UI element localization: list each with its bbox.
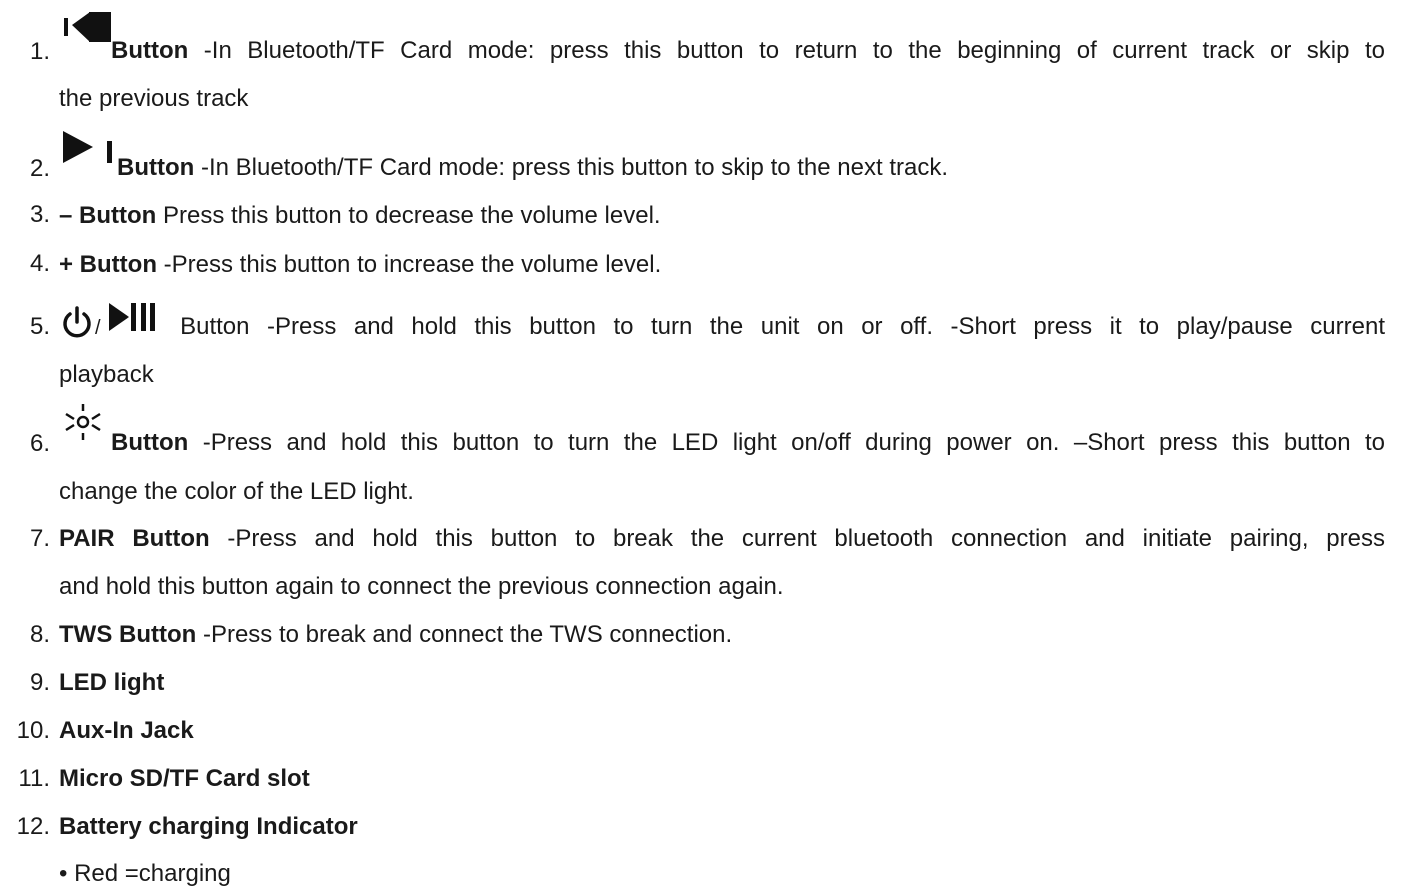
list-number: 5. (29, 313, 50, 340)
list-item-text: / Button -Press and hold this button to … (59, 303, 1385, 343)
list-number: 6. (29, 430, 50, 457)
list-number: 7. (29, 525, 50, 552)
list-item-text: Button -In Bluetooth/TF Card mode: press… (59, 12, 1385, 66)
list-number: 12. (16, 813, 50, 840)
list-item-text: LED light (59, 669, 165, 696)
list-item-text: Battery charging Indicator (59, 813, 358, 840)
power-icon (59, 306, 95, 343)
list-item-text: Button -Press and hold this button to tu… (59, 404, 1385, 458)
list-number: 11. (18, 765, 50, 792)
list-item-text: PAIR Button -Press and hold this button … (59, 525, 1385, 552)
list-item-text: – Button Press this button to decrease t… (59, 202, 661, 229)
play-pause-icon (101, 303, 163, 343)
list-item-text: Aux-In Jack (59, 717, 194, 744)
list-item-text: Button -In Bluetooth/TF Card mode: press… (59, 131, 1385, 183)
list-item-continuation: playback (59, 361, 154, 388)
instruction-list: 1. Button -In Bluetooth/TF Card mode: pr… (0, 0, 1407, 888)
next-track-icon (59, 131, 117, 183)
list-item-continuation: and hold this button again to connect th… (59, 573, 784, 600)
list-item-text: + Button -Press this button to increase … (59, 251, 662, 278)
list-number: 9. (29, 669, 50, 696)
sub-bullet-red-charging: • Red =charging (59, 860, 231, 887)
list-number: 4. (29, 250, 50, 277)
list-number: 10. (16, 717, 50, 744)
list-item-continuation: change the color of the LED light. (59, 478, 414, 505)
list-number: 8. (29, 621, 50, 648)
previous-track-icon (59, 12, 111, 66)
list-item-text: TWS Button -Press to break and connect t… (59, 621, 733, 648)
list-number: 3. (29, 201, 50, 228)
list-item-continuation: the previous track (59, 85, 249, 112)
led-light-icon (59, 404, 111, 458)
list-number: 1. (29, 38, 50, 65)
list-item-text: Micro SD/TF Card slot (59, 765, 310, 792)
list-number: 2. (29, 155, 50, 182)
